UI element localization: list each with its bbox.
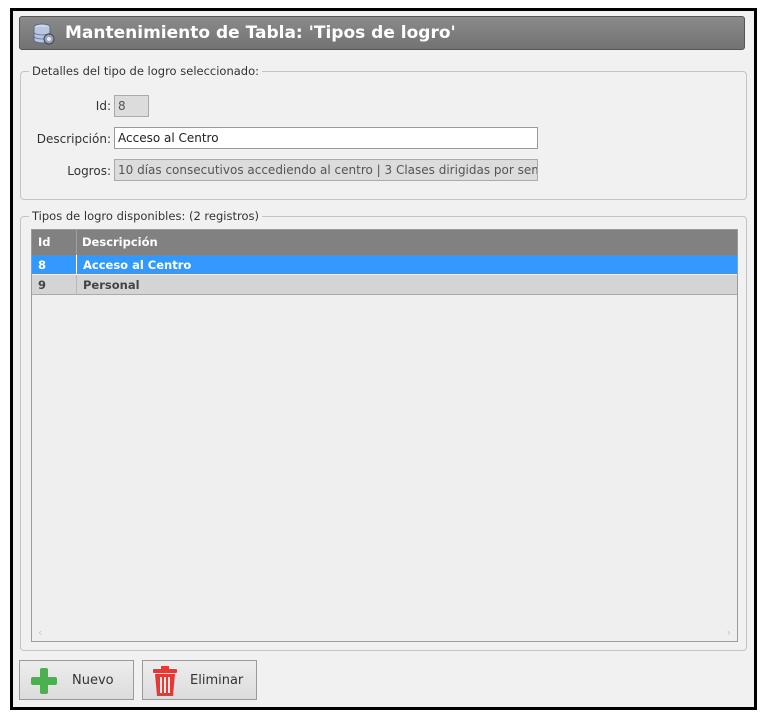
column-header-descripcion[interactable]: Descripción [82,235,158,249]
main-window: Mantenimiento de Tabla: 'Tipos de logro'… [10,8,757,710]
scroll-right-arrow[interactable]: › [727,626,731,639]
id-label: Id: [95,99,111,113]
id-field[interactable]: 8 [114,95,149,117]
plus-icon [31,668,57,694]
row-id: 9 [38,278,47,292]
nuevo-button[interactable]: Nuevo [19,660,134,700]
table-row[interactable]: 9 Personal [32,275,737,295]
grid-header: Id Descripción [32,230,737,255]
logros-label: Logros: [67,164,111,178]
database-gear-icon [33,23,55,45]
column-header-id[interactable]: Id [38,235,51,249]
descripcion-label: Descripción: [36,132,111,146]
cell-divider [76,275,77,294]
column-divider[interactable] [76,230,77,255]
window-title: Mantenimiento de Tabla: 'Tipos de logro' [65,23,456,43]
row-id: 8 [38,258,47,272]
tipos-grid[interactable]: Id Descripción 8 Acceso al Centro 9 Pers… [31,229,738,642]
logros-field[interactable]: 10 días consecutivos accediendo al centr… [114,159,538,181]
scroll-left-arrow[interactable]: ‹ [38,626,42,639]
details-legend: Detalles del tipo de logro seleccionado: [29,64,263,78]
trash-icon [153,666,177,696]
row-descripcion: Personal [83,278,140,292]
table-row[interactable]: 8 Acceso al Centro [32,255,737,274]
eliminar-button-label: Eliminar [190,673,244,688]
details-group: Detalles del tipo de logro seleccionado:… [20,64,747,200]
descripcion-field[interactable]: Acceso al Centro [114,127,538,149]
row-descripcion: Acceso al Centro [83,258,192,272]
nuevo-button-label: Nuevo [72,673,114,688]
list-group: Tipos de logro disponibles: (2 registros… [20,209,747,651]
eliminar-button[interactable]: Eliminar [142,660,257,700]
cell-divider [76,255,77,274]
title-bar: Mantenimiento de Tabla: 'Tipos de logro' [19,16,745,50]
list-legend: Tipos de logro disponibles: (2 registros… [29,209,262,223]
